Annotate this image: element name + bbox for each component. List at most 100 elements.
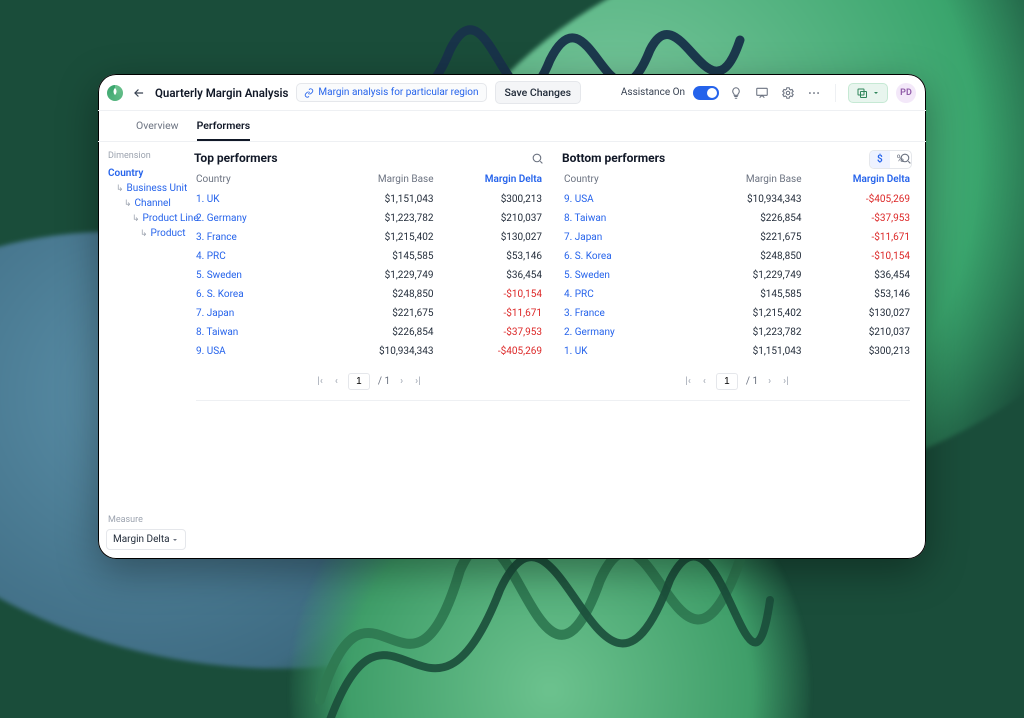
save-button[interactable]: Save Changes [495,81,582,104]
table-row: 7. Japan$221,675-$11,671 [562,228,912,247]
settings-icon[interactable] [779,84,797,102]
content-divider [196,400,910,401]
country-cell[interactable]: 7. Japan [194,304,327,323]
country-cell[interactable]: 6. S. Korea [194,285,327,304]
tab-performers[interactable]: Performers [197,111,251,141]
margin-delta-cell: -$37,953 [804,209,913,228]
unit-dollar[interactable]: $ [870,151,890,168]
country-cell[interactable]: 2. Germany [562,323,695,342]
table-row: 7. Japan$221,675-$11,671 [194,304,544,323]
assistance-label: Assistance On [621,87,685,98]
margin-delta-cell: $36,454 [436,266,545,285]
margin-base-cell: $1,215,402 [327,228,436,247]
avatar[interactable]: PD [896,83,916,103]
top-performers-title: Top performers [194,151,278,165]
margin-base-cell: $1,229,749 [695,266,804,285]
col-margin-base[interactable]: Margin Base [695,171,804,190]
country-cell[interactable]: 6. S. Korea [562,247,695,266]
country-cell[interactable]: 3. France [194,228,327,247]
country-cell[interactable]: 9. USA [194,342,327,361]
unit-percent[interactable]: % [890,151,911,168]
header-bar: Quarterly Margin Analysis Margin analysi… [98,74,926,111]
country-cell[interactable]: 7. Japan [562,228,695,247]
insight-label: Margin analysis for particular region [318,87,478,98]
table-row: 6. S. Korea$248,850-$10,154 [194,285,544,304]
share-icon [856,87,868,99]
dimension-product[interactable]: ↳Product [106,226,186,241]
table-row: 1. UK$1,151,043$300,213 [194,190,544,209]
chevron-down-icon [872,89,880,97]
margin-base-cell: $221,675 [695,228,804,247]
country-cell[interactable]: 9. USA [562,190,695,209]
action-dropdown[interactable] [848,83,888,103]
more-icon[interactable] [805,84,823,102]
margin-delta-cell: $53,146 [436,247,545,266]
margin-base-cell: $145,585 [695,285,804,304]
margin-base-cell: $1,151,043 [695,342,804,361]
insight-pill[interactable]: Margin analysis for particular region [296,83,486,102]
col-margin-base[interactable]: Margin Base [327,171,436,190]
country-cell[interactable]: 1. UK [562,342,695,361]
dimension-label: Dimension [106,151,186,161]
dimension-product-line[interactable]: ↳Product Line [106,211,186,226]
assistance-toggle[interactable] [693,86,719,100]
table-row: 4. PRC$145,585$53,146 [562,285,912,304]
pager-page-input[interactable] [716,373,738,390]
table-row: 3. France$1,215,402$130,027 [194,228,544,247]
country-cell[interactable]: 5. Sweden [562,266,695,285]
margin-base-cell: $226,854 [695,209,804,228]
dimension-country[interactable]: Country [106,166,186,181]
tree-arrow-icon: ↳ [132,214,140,224]
pager-page-input[interactable] [348,373,370,390]
table-row: 2. Germany$1,223,782$210,037 [562,323,912,342]
country-cell[interactable]: 4. PRC [194,247,327,266]
col-country[interactable]: Country [562,171,695,190]
table-row: 8. Taiwan$226,854-$37,953 [562,209,912,228]
measure-select[interactable]: Margin Delta [106,529,186,550]
bottom-performers-title: Bottom performers [562,151,665,165]
tab-overview[interactable]: Overview [136,111,179,141]
sidebar: Dimension Country↳Business Unit↳Channel↳… [98,142,192,559]
country-cell[interactable]: 8. Taiwan [194,323,327,342]
margin-delta-cell: -$405,269 [436,342,545,361]
country-cell[interactable]: 2. Germany [194,209,327,228]
pager-prev[interactable]: ‹ [701,374,708,389]
pager-last[interactable]: ›| [413,374,422,389]
country-cell[interactable]: 4. PRC [562,285,695,304]
dimension-label: Channel [135,198,171,209]
dimension-label: Product Line [143,213,199,224]
country-cell[interactable]: 5. Sweden [194,266,327,285]
pager-last[interactable]: ›| [781,374,790,389]
margin-delta-cell: $130,027 [804,304,913,323]
top-performers-table: Country Margin Base Margin Delta 1. UK$1… [194,171,544,361]
pager-next[interactable]: › [398,374,405,389]
pager-prev[interactable]: ‹ [333,374,340,389]
main-content: $ % Top performers Country [192,142,926,559]
margin-delta-cell: $130,027 [436,228,545,247]
table-row: 5. Sweden$1,229,749$36,454 [562,266,912,285]
table-row: 8. Taiwan$226,854-$37,953 [194,323,544,342]
dimension-channel[interactable]: ↳Channel [106,196,186,211]
margin-delta-cell: $300,213 [804,342,913,361]
margin-base-cell: $221,675 [327,304,436,323]
back-button[interactable] [131,85,147,101]
dimension-business-unit[interactable]: ↳Business Unit [106,181,186,196]
country-cell[interactable]: 1. UK [194,190,327,209]
country-cell[interactable]: 8. Taiwan [562,209,695,228]
idea-icon[interactable] [727,84,745,102]
pager-first[interactable]: |‹ [315,374,324,389]
country-cell[interactable]: 3. France [562,304,695,323]
app-logo [107,85,123,101]
table-row: 5. Sweden$1,229,749$36,454 [194,266,544,285]
search-icon[interactable] [531,152,544,165]
margin-base-cell: $10,934,343 [327,342,436,361]
pager-next[interactable]: › [766,374,773,389]
chevron-down-icon [171,536,179,544]
col-margin-delta[interactable]: Margin Delta [436,171,545,190]
pager-first[interactable]: |‹ [683,374,692,389]
table-row: 9. USA$10,934,343-$405,269 [194,342,544,361]
table-row: 9. USA$10,934,343-$405,269 [562,190,912,209]
col-margin-delta[interactable]: Margin Delta [804,171,913,190]
col-country[interactable]: Country [194,171,327,190]
present-icon[interactable] [753,84,771,102]
